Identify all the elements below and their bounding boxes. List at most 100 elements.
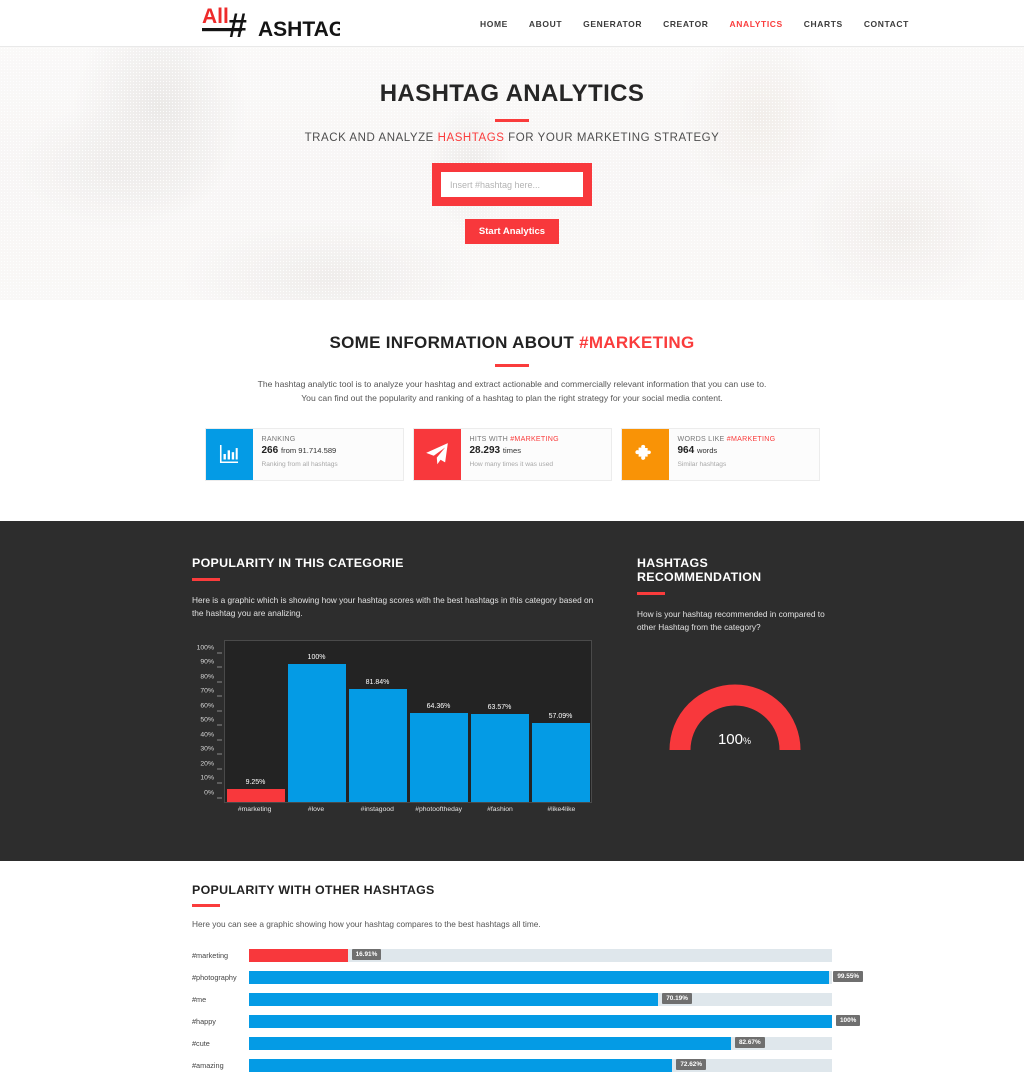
y-axis-tick-mark	[217, 724, 222, 726]
nav-item-generator[interactable]: GENERATOR	[583, 19, 642, 29]
vertical-chart-plot: 9.25% 100% 81.84% 64.36% 63.57% 57.09%	[224, 639, 592, 803]
recommendation-title: HASHTAGS RECOMMENDATION	[637, 555, 762, 584]
horizontal-bar-value-label: 100%	[836, 1014, 861, 1027]
popularity-other-description: Here you can see a graphic showing how y…	[192, 918, 541, 929]
y-axis-tick-mark	[217, 782, 222, 784]
nav-item-about[interactable]: ABOUT	[529, 19, 562, 29]
stat-card-value: 28.293 times	[470, 445, 559, 456]
stat-card-unit: words	[696, 445, 718, 455]
puzzle-icon	[621, 428, 669, 480]
recommendation-underline	[637, 591, 665, 595]
search-box	[432, 163, 592, 206]
vertical-bar[interactable]	[348, 688, 407, 802]
y-axis-tick-label: 10%	[200, 774, 214, 782]
stat-card-number: 28.293	[469, 444, 501, 456]
y-axis-tick-label: 50%	[200, 716, 214, 724]
horizontal-bar-label: #marketing	[192, 950, 229, 960]
popularity-category-title: POPULARITY IN THIS CATEGORIE	[192, 555, 404, 570]
nav-item-home[interactable]: HOME	[480, 19, 508, 29]
horizontal-bar-fill[interactable]	[249, 992, 659, 1006]
info-description-line1: The hashtag analytic tool is to analyze …	[257, 379, 767, 389]
stat-card-label-highlight: #MARKETING	[726, 434, 776, 443]
hero-subtitle-after: FOR YOUR MARKETING STRATEGY	[504, 132, 720, 144]
horizontal-bar-label: #me	[192, 994, 207, 1004]
page-title: HASHTAG ANALYTICS	[379, 80, 645, 107]
gauge-number: 100	[717, 730, 743, 748]
stat-card-label: RANKING	[262, 435, 338, 443]
y-axis-tick-mark	[217, 753, 222, 755]
y-axis-tick-label: 40%	[200, 731, 214, 739]
horizontal-bar-row: #photography 99.55%	[192, 969, 864, 986]
bar-chart-icon	[205, 428, 253, 480]
horizontal-bar-track: 99.55%	[249, 970, 864, 984]
svg-text:#: #	[228, 7, 247, 42]
vertical-bar-slot: 81.84%	[348, 641, 407, 802]
popularity-category-underline	[192, 577, 220, 581]
horizontal-bar-fill[interactable]	[249, 1036, 731, 1050]
vertical-bar-category-label: #fashion	[487, 805, 513, 813]
gauge-value: 100%	[637, 731, 832, 748]
y-axis-tick-mark	[217, 797, 222, 799]
y-axis-tick-label: 0%	[204, 789, 214, 797]
nav-item-creator[interactable]: CREATOR	[663, 19, 708, 29]
nav-item-charts[interactable]: CHARTS	[804, 19, 843, 29]
horizontal-bar-track: 100%	[249, 1014, 861, 1028]
stat-card-number: 266	[261, 444, 279, 456]
info-title: SOME INFORMATION ABOUT #MARKETING	[0, 333, 1024, 353]
stat-card-label: HITS WITH #MARKETING	[470, 435, 559, 443]
vertical-bar-value-label: 57.09%	[548, 712, 573, 720]
horizontal-bar-track: 72.62%	[249, 1058, 832, 1072]
vertical-bar[interactable]	[287, 663, 346, 802]
info-section: SOME INFORMATION ABOUT #MARKETING The ha…	[0, 300, 1024, 521]
recommendation-gauge: 100%	[637, 678, 832, 778]
popularity-other-section: POPULARITY WITH OTHER HASHTAGS Here you …	[0, 860, 1024, 1074]
start-analytics-button[interactable]: Start Analytics	[464, 219, 560, 244]
stat-card-value: 266 from 91.714.589	[262, 445, 338, 456]
title-underline	[495, 119, 529, 122]
vertical-bar-slot: 64.36%	[409, 641, 468, 802]
main-navigation: HOME ABOUT GENERATOR CREATOR ANALYTICS C…	[480, 0, 909, 47]
vertical-bar[interactable]	[226, 788, 285, 802]
horizontal-bar-label: #photography	[192, 972, 237, 982]
info-title-highlight: #MARKETING	[579, 333, 695, 352]
site-header: All # ASHTAG HOME ABOUT GENERATOR CREATO…	[0, 0, 1024, 47]
y-axis-tick-mark	[217, 739, 222, 741]
horizontal-bar-fill[interactable]	[249, 1014, 832, 1028]
stat-card-label-text: RANKING	[261, 434, 296, 443]
horizontal-bar-track: 70.19%	[249, 992, 832, 1006]
nav-item-contact[interactable]: CONTACT	[864, 19, 909, 29]
y-axis-tick-mark	[217, 681, 222, 683]
hashtag-search-input[interactable]	[441, 172, 583, 197]
stat-card-note: Similar hashtags	[677, 460, 727, 468]
y-axis-tick-label: 70%	[200, 687, 214, 695]
vertical-bar-slot: 57.09%	[531, 641, 590, 802]
horizontal-bar-fill[interactable]	[249, 948, 348, 962]
y-axis-tick-label: 90%	[200, 658, 214, 666]
recommendation-panel: HASHTAGS RECOMMENDATION How is your hash…	[637, 556, 832, 825]
vertical-bar-value-label: 63.57%	[487, 704, 512, 711]
y-axis-tick-mark	[217, 652, 222, 654]
y-axis-tick-label: 20%	[200, 760, 214, 768]
vertical-bar[interactable]	[531, 722, 590, 802]
vertical-bar-value-label: 100%	[307, 653, 326, 661]
hero-subtitle-highlight: HASHTAGS	[437, 132, 505, 144]
horizontal-bar-fill[interactable]	[249, 1058, 673, 1072]
y-axis-tick-label: 60%	[200, 702, 214, 710]
popularity-other-underline	[192, 903, 220, 907]
vertical-bar-category-label: #love	[307, 805, 325, 813]
popularity-category-panel: POPULARITY IN THIS CATEGORIE Here is a g…	[192, 556, 607, 825]
horizontal-bar-value-label: 16.91%	[351, 948, 382, 961]
stat-card-label-highlight: #MARKETING	[510, 434, 559, 443]
vertical-chart-x-labels: #marketing #love #instagood #photooftheday #…	[224, 806, 592, 813]
horizontal-bar-fill[interactable]	[249, 970, 830, 984]
horizontal-bar-chart: #marketing 16.91% #photography 99.55% #me 70.…	[192, 947, 864, 1074]
vertical-bar[interactable]	[470, 714, 529, 802]
stat-cards: RANKING 266 from 91.714.589 Ranking from…	[0, 427, 1024, 481]
nav-item-analytics[interactable]: ANALYTICS	[730, 19, 783, 29]
y-axis-tick-mark	[217, 695, 222, 697]
stat-card-note: How many times it was used	[469, 460, 554, 468]
y-axis-tick-label: 80%	[200, 673, 214, 681]
vertical-bar[interactable]	[409, 712, 468, 802]
site-logo[interactable]: All # ASHTAG	[200, 4, 340, 42]
hero-subtitle-before: TRACK AND ANALYZE	[304, 132, 438, 144]
